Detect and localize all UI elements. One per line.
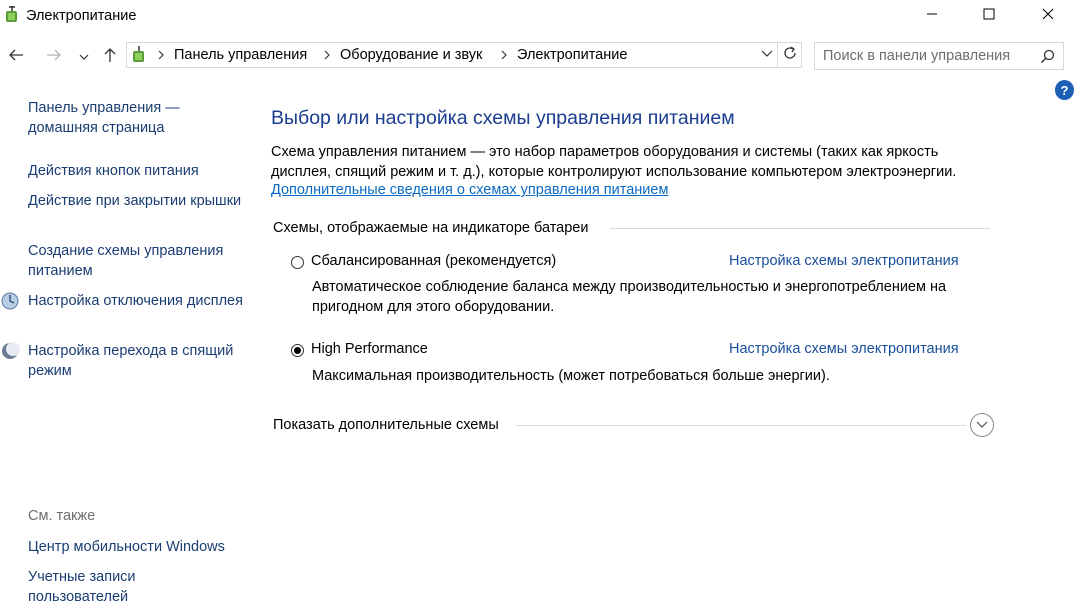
group-heading: Схемы, отображаемые на индикаторе батаре… [273,220,589,236]
plan-description-balanced: Автоматическое соблюдение баланса между … [312,279,947,315]
page-description: Схема управления питанием — это набор па… [271,144,957,180]
sidebar-item-lid-close[interactable]: Действие при закрытии крышки [28,191,248,211]
sidebar-item-create-plan[interactable]: Создание схемы управления питанием [28,241,248,281]
plan-settings-link-balanced[interactable]: Настройка схемы электропитания [729,253,959,269]
sidebar-item-sleep[interactable]: Настройка перехода в спящий режим [28,341,248,381]
close-icon [1042,8,1054,24]
chevron-down-icon [976,417,988,433]
minimize-button[interactable] [909,0,955,32]
back-button[interactable] [4,44,28,70]
plan-name-high-performance[interactable]: High Performance [311,341,428,357]
arrow-left-icon [8,48,24,66]
sidebar-item-power-buttons[interactable]: Действия кнопок питания [28,161,248,181]
chevron-right-icon [157,46,165,64]
see-also-heading: См. также [28,508,96,524]
breadcrumb-power-options[interactable]: Электропитание [517,47,627,63]
moon-icon [0,341,20,361]
search-box[interactable] [814,42,1064,70]
arrow-up-icon [103,47,117,67]
plan-name-balanced[interactable]: Сбалансированная (рекомендуется) [311,253,556,269]
help-button[interactable]: ? [1055,80,1074,100]
breadcrumb-hardware-sound[interactable]: Оборудование и звук [340,47,482,63]
title-bar: Электропитание [0,0,1074,34]
group-divider [610,228,990,229]
expand-button[interactable] [970,413,994,437]
search-input[interactable] [823,47,1033,65]
display-icon [0,291,20,311]
breadcrumb-control-panel[interactable]: Панель управления [174,47,307,63]
window-title: Электропитание [26,8,137,24]
recent-locations-button[interactable] [74,44,94,70]
power-options-icon [3,5,21,25]
forward-button[interactable] [42,44,66,70]
search-icon[interactable] [1040,49,1055,68]
refresh-button[interactable] [778,42,802,68]
plan-radio-balanced[interactable] [291,256,304,269]
more-info-link[interactable]: Дополнительные сведения о схемах управле… [271,182,668,198]
see-also-mobility-center[interactable]: Центр мобильности Windows [28,537,248,557]
radio-selected-dot [294,347,301,354]
address-bar[interactable]: Панель управления Оборудование и звук Эл… [126,42,778,68]
minimize-icon [926,8,938,24]
show-more-divider [516,425,966,426]
plan-settings-link-high-performance[interactable]: Настройка схемы электропитания [729,341,959,357]
chevron-right-icon [500,46,508,64]
page-title: Выбор или настройка схемы управления пит… [271,107,735,129]
control-panel-icon [130,45,148,65]
see-also-user-accounts[interactable]: Учетные записи пользователей [28,567,178,607]
sidebar-home-link[interactable]: Панель управления — домашняя страница [28,98,248,138]
arrow-right-icon [46,48,62,66]
maximize-icon [983,8,995,24]
show-more-label[interactable]: Показать дополнительные схемы [273,417,499,433]
chevron-down-icon [79,49,89,65]
plan-radio-high-performance[interactable] [291,344,304,357]
close-button[interactable] [1025,0,1071,32]
maximize-button[interactable] [966,0,1012,32]
refresh-icon [782,45,798,65]
plan-description-high-performance: Максимальная производительность (может п… [312,368,830,384]
up-button[interactable] [98,44,122,70]
chevron-right-icon [323,46,331,64]
chevron-down-icon[interactable] [761,47,773,65]
sidebar-item-display-off[interactable]: Настройка отключения дисплея [28,291,248,311]
